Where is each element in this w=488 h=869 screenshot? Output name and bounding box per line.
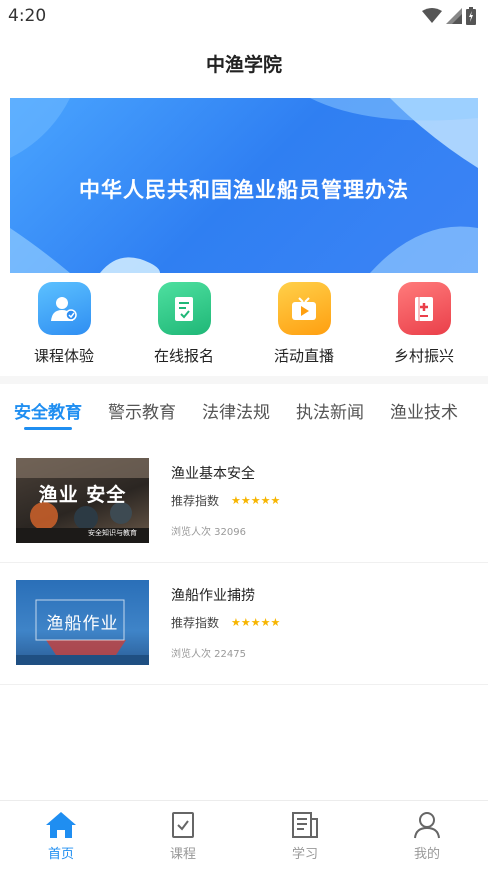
status-time: 4:20 xyxy=(8,6,47,26)
rating-stars: ★★★★★ xyxy=(231,494,281,507)
nav-label: 课程 xyxy=(169,847,196,862)
recommend-label: 推荐指数 xyxy=(171,616,220,630)
nav-label: 学习 xyxy=(291,847,318,862)
article-thumbnail: 渔船作业 xyxy=(16,580,149,665)
quick-action-label: 课程体验 xyxy=(33,347,94,365)
status-icons xyxy=(422,7,476,25)
tab-laws-regulations[interactable]: 法律法规 xyxy=(202,388,270,432)
nav-label: 首页 xyxy=(47,847,74,862)
quick-action-label: 乡村振兴 xyxy=(393,347,454,365)
bottom-navigation: 首页 课程 学习 我的 xyxy=(0,800,488,869)
quick-action-rural-revitalization[interactable]: 乡村振兴 xyxy=(369,282,479,376)
list-item[interactable]: 渔船作业 渔船作业捕捞 推荐指数 ★★★★★ 浏览人次 22475 xyxy=(0,563,488,685)
view-count: 浏览人次 22475 xyxy=(171,649,246,660)
article-title: 渔船作业捕捞 xyxy=(171,588,255,604)
quick-actions: 课程体验 在线报名 活动直播 乡村振兴 xyxy=(0,282,488,376)
thumbnail-title: 渔业 安全 xyxy=(38,484,127,506)
quick-action-label: 活动直播 xyxy=(273,347,334,365)
section-divider xyxy=(0,376,488,384)
battery-icon xyxy=(466,7,476,25)
profile-icon xyxy=(414,812,440,839)
recommend-label: 推荐指数 xyxy=(171,494,220,508)
signal-icon xyxy=(446,8,462,24)
tab-enforcement-news[interactable]: 执法新闻 xyxy=(296,388,364,432)
wifi-icon xyxy=(422,8,442,23)
quick-action-online-signup[interactable]: 在线报名 xyxy=(129,282,239,376)
home-icon xyxy=(46,812,76,838)
quick-action-live-stream[interactable]: 活动直播 xyxy=(249,282,359,376)
banner-title: 中华人民共和国渔业船员管理办法 xyxy=(79,178,409,202)
quick-action-label: 在线报名 xyxy=(153,347,214,365)
signup-form-icon xyxy=(157,282,211,335)
thumbnail-caption: 安全知识与教育 xyxy=(88,529,137,537)
tab-safety-education[interactable]: 安全教育 xyxy=(14,388,82,432)
article-thumbnail: 渔业 安全 安全知识与教育 xyxy=(16,458,149,543)
nav-home[interactable]: 首页 xyxy=(0,801,122,869)
nav-label: 我的 xyxy=(413,847,440,862)
category-tabs: 安全教育 警示教育 法律法规 执法新闻 渔业技术 xyxy=(0,388,488,432)
banner-carousel[interactable]: 中华人民共和国渔业船员管理办法 xyxy=(10,98,478,273)
nav-course[interactable]: 课程 xyxy=(122,801,244,869)
page-title: 中渔学院 xyxy=(205,54,282,76)
quick-action-course-experience[interactable]: 课程体验 xyxy=(9,282,119,376)
nav-profile[interactable]: 我的 xyxy=(366,801,488,869)
thumbnail-title: 渔船作业 xyxy=(46,614,119,634)
recommend-row: 推荐指数 ★★★★★ xyxy=(171,492,280,509)
course-check-icon xyxy=(172,812,194,838)
list-item[interactable]: 渔业 安全 安全知识与教育 渔业基本安全 推荐指数 ★★★★★ 浏览人次 320… xyxy=(0,441,488,563)
view-count: 浏览人次 32096 xyxy=(171,527,246,538)
tab-warning-education[interactable]: 警示教育 xyxy=(108,388,176,432)
recommend-row: 推荐指数 ★★★★★ xyxy=(171,614,280,631)
rating-stars: ★★★★★ xyxy=(231,616,281,629)
study-book-icon xyxy=(292,812,318,838)
live-tv-icon xyxy=(277,282,331,335)
tab-fishery-technology[interactable]: 渔业技术 xyxy=(390,388,458,432)
status-bar: 4:20 xyxy=(0,0,488,32)
article-title: 渔业基本安全 xyxy=(171,466,255,482)
course-person-icon xyxy=(37,282,91,335)
nav-study[interactable]: 学习 xyxy=(244,801,366,869)
book-icon xyxy=(397,282,451,335)
